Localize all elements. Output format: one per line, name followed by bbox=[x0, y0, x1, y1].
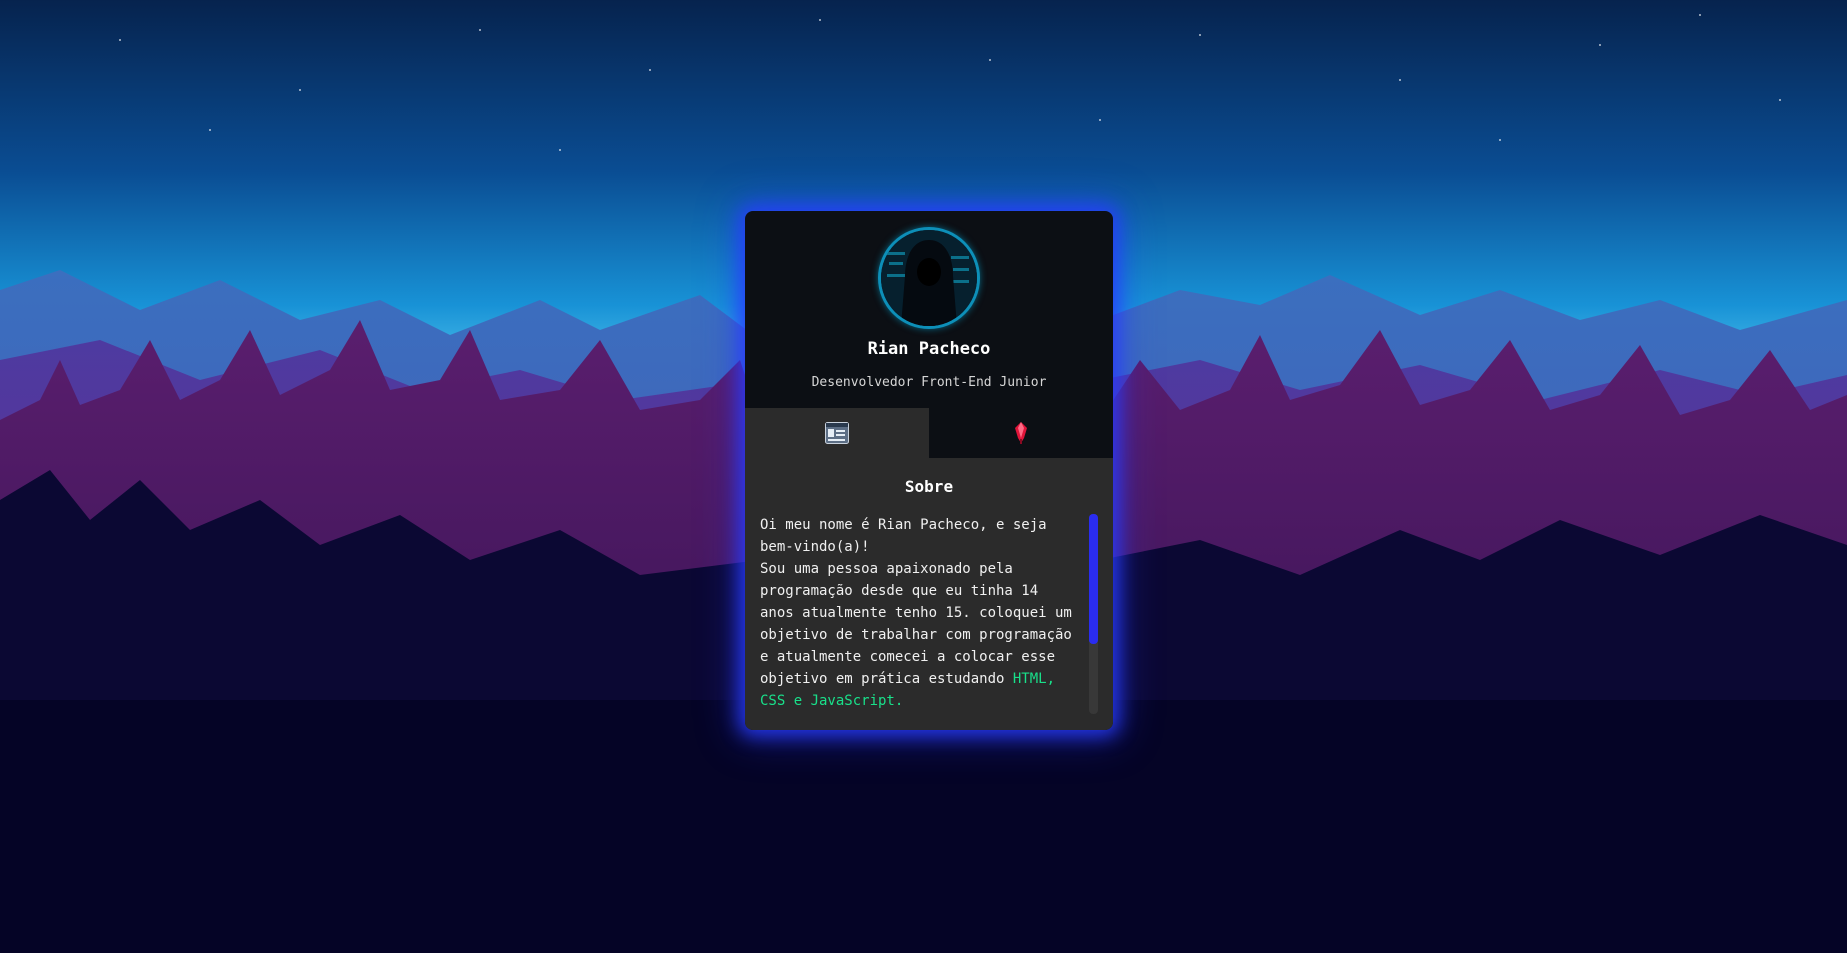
about-greeting: Oi meu nome é Rian Pacheco, e seja bem-v… bbox=[760, 517, 1047, 555]
about-scrollbar[interactable] bbox=[1089, 514, 1098, 714]
profile-name: Rian Pacheco bbox=[867, 339, 991, 359]
red-crystal-icon bbox=[1009, 421, 1033, 445]
about-card-icon bbox=[825, 421, 849, 445]
about-body: Sou uma pessoa apaixonado pela programaç… bbox=[760, 561, 1072, 687]
tab-skills[interactable] bbox=[929, 408, 1113, 458]
about-text[interactable]: Oi meu nome é Rian Pacheco, e seja bem-v… bbox=[760, 514, 1075, 714]
tab-bar bbox=[745, 408, 1113, 458]
hooded-hacker-avatar-icon bbox=[881, 230, 977, 326]
tab-about[interactable] bbox=[745, 408, 929, 458]
about-scrollbar-thumb[interactable] bbox=[1089, 514, 1098, 644]
about-panel: Sobre Oi meu nome é Rian Pacheco, e seja… bbox=[745, 458, 1113, 730]
profile-card: Rian Pacheco Desenvolvedor Front-End Jun… bbox=[745, 211, 1113, 730]
profile-role: Desenvolvedor Front-End Junior bbox=[811, 375, 1047, 390]
about-title: Sobre bbox=[904, 477, 954, 496]
avatar bbox=[881, 230, 977, 326]
